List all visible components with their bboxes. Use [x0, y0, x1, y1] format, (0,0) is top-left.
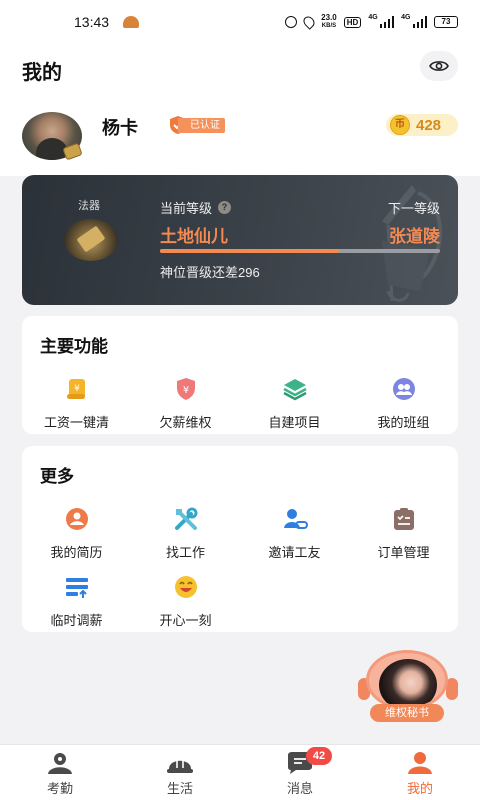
- unread-badge: 42: [306, 747, 332, 765]
- net-type-label-1: 4G: [368, 14, 378, 21]
- next-level-label: 下一等级: [387, 201, 440, 216]
- net-speed-unit: KB/S: [321, 23, 337, 29]
- next-level: 张道陵: [389, 227, 440, 246]
- section-title: 主要功能: [40, 337, 108, 356]
- assistant-label: 维权秘书: [370, 704, 444, 722]
- shield-yen-icon: ¥: [173, 376, 199, 402]
- grid-item-label: 我的班组: [377, 415, 430, 430]
- current-level-caption: 当前等级: [160, 201, 213, 216]
- resume-icon: [64, 506, 90, 532]
- wage-clear-button[interactable]: ¥ 工资一键清: [22, 376, 131, 431]
- more-section: 更多 我的简历 找工作 邀请工友 订单管理 临时调薪 开心一刻: [22, 446, 458, 632]
- coin-balance[interactable]: 币 428: [386, 114, 458, 136]
- find-job-button[interactable]: 找工作: [131, 506, 240, 561]
- verified-label: 已认证: [178, 117, 225, 133]
- tab-label: 生活: [166, 781, 193, 796]
- status-time: 13:43: [74, 14, 110, 30]
- status-indicators: 23.0 KB/S HD 4G 4G 73: [285, 14, 458, 30]
- helmet-icon: [165, 751, 195, 775]
- coin-icon: 币: [390, 115, 410, 135]
- tab-label: 消息: [286, 781, 313, 796]
- smile-icon: [173, 574, 199, 600]
- tab-life[interactable]: 生活: [120, 745, 240, 800]
- grid-item-label: 开心一刻: [159, 613, 212, 628]
- invite-worker-button[interactable]: 邀请工友: [240, 506, 349, 561]
- team-icon: [391, 376, 417, 402]
- tab-label: 我的: [406, 781, 433, 796]
- artifact-label: 法器: [78, 200, 100, 212]
- order-management-button[interactable]: 订单管理: [349, 506, 458, 561]
- tab-label: 考勤: [46, 781, 73, 796]
- page-title: 我的: [22, 62, 62, 84]
- level-progress-text: 神位晋级还差296: [160, 265, 260, 280]
- tab-profile[interactable]: 我的: [360, 745, 480, 800]
- hd-icon: HD: [343, 16, 362, 28]
- tab-messages[interactable]: 消息 42: [240, 745, 360, 800]
- wage-scroll-icon: ¥: [64, 376, 90, 402]
- bottom-tab-bar: 考勤 生活 消息 42 我的: [0, 744, 480, 800]
- profile-header: 我的 杨卡 已认证 币 428: [0, 44, 480, 176]
- grid-item-label: 订单管理: [377, 545, 430, 560]
- net-type-label-2: 4G: [401, 14, 411, 21]
- clipboard-icon: [391, 506, 417, 532]
- verified-badge: 已认证: [168, 116, 225, 134]
- tab-attendance[interactable]: 考勤: [0, 745, 120, 800]
- salary-adjust-icon: [64, 574, 90, 600]
- grid-item-label: 邀请工友: [268, 545, 321, 560]
- invite-user-icon: [282, 506, 308, 532]
- user-name: 杨卡: [102, 118, 138, 138]
- my-resume-button[interactable]: 我的简历: [22, 506, 131, 561]
- happy-moment-button[interactable]: 开心一刻: [131, 574, 240, 629]
- visibility-toggle-button[interactable]: [420, 51, 458, 81]
- grid-item-label: 临时调薪: [50, 613, 103, 628]
- main-functions-section: 主要功能 ¥ 工资一键清 ¥ 欠薪维权 自建项目 我的班组: [22, 316, 458, 434]
- coin-count: 428: [416, 116, 442, 134]
- net-speed: 23.0 KB/S: [321, 14, 337, 30]
- profile-icon: [405, 751, 435, 775]
- eye-icon: [429, 61, 449, 71]
- section-title: 更多: [40, 467, 74, 486]
- grid-item-label: 自建项目: [268, 415, 321, 430]
- temp-salary-adjust-button[interactable]: 临时调薪: [22, 574, 131, 629]
- svg-text:¥: ¥: [74, 384, 80, 394]
- help-icon[interactable]: ?: [218, 201, 232, 214]
- app-notification-icon: [123, 16, 140, 28]
- level-progress-fill: [160, 249, 340, 253]
- alarm-icon: [285, 16, 298, 28]
- grid-item-label: 工资一键清: [43, 415, 109, 430]
- grid-item-label: 我的简历: [50, 545, 103, 560]
- wage-rights-button[interactable]: ¥ 欠薪维权: [131, 376, 240, 431]
- rights-assistant-button[interactable]: 维权秘书: [352, 650, 460, 722]
- level-progress-bar: [160, 249, 440, 253]
- current-level: 土地仙儿: [160, 227, 228, 246]
- location-icon: [301, 14, 317, 30]
- assistant-avatar: [366, 650, 448, 710]
- layers-icon: [282, 376, 308, 402]
- svg-text:¥: ¥: [182, 385, 188, 396]
- attendance-icon: [45, 751, 75, 775]
- status-bar: 13:43 23.0 KB/S HD 4G 4G 73: [0, 0, 480, 44]
- artifact-image: [64, 219, 118, 261]
- self-project-button[interactable]: 自建项目: [240, 376, 349, 431]
- signal-icon-2: [412, 16, 427, 28]
- my-team-button[interactable]: 我的班组: [349, 376, 458, 431]
- tools-icon: [173, 506, 199, 532]
- grid-item-label: 找工作: [165, 545, 205, 560]
- grid-item-label: 欠薪维权: [159, 415, 212, 430]
- signal-icon: [379, 16, 395, 28]
- battery-icon: 73: [434, 16, 458, 28]
- current-level-label: 当前等级 ?: [160, 198, 232, 217]
- net-speed-value: 23.0: [321, 13, 337, 22]
- level-card[interactable]: 法器 当前等级 ? 下一等级 土地仙儿 张道陵 神位晋级还差296: [22, 175, 458, 305]
